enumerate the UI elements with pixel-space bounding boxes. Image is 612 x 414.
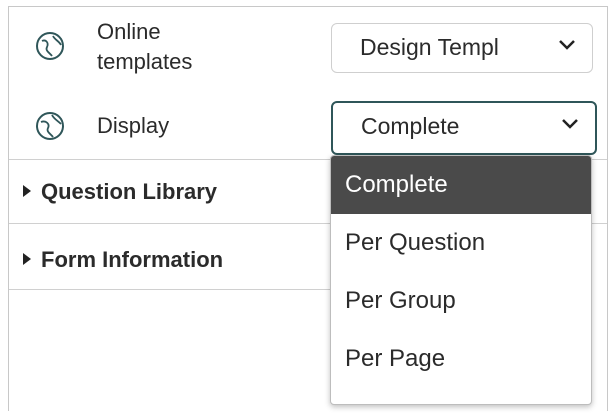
divider <box>9 289 331 290</box>
section-question-library-label: Question Library <box>41 179 218 204</box>
dropdown-option-per-question[interactable]: Per Question <box>331 214 591 272</box>
display-select-value: Complete <box>361 113 460 139</box>
display-label: Display <box>97 113 170 138</box>
chevron-down-icon <box>562 119 578 129</box>
section-question-library[interactable]: Question Library <box>23 179 217 205</box>
globe-icon <box>36 112 64 140</box>
online-templates-label: Online templates <box>97 19 193 74</box>
dropdown-option-per-page[interactable]: Per Page <box>331 330 591 388</box>
globe-icon <box>36 32 64 60</box>
online-templates-select-value: Design Templ <box>360 34 499 60</box>
section-form-information-label: Form Information <box>41 247 224 272</box>
online-templates-select[interactable]: Design Templ <box>331 23 593 73</box>
caret-right-icon <box>23 253 31 266</box>
chevron-down-icon <box>559 40 575 50</box>
dropdown-option-complete[interactable]: Complete <box>331 156 591 214</box>
caret-right-icon <box>23 185 31 198</box>
dropdown-option-per-group[interactable]: Per Group <box>331 272 591 330</box>
display-dropdown-menu: Complete Per Question Per Group Per Page <box>330 155 592 405</box>
display-select[interactable]: Complete <box>331 101 597 155</box>
section-form-information[interactable]: Form Information <box>23 247 223 273</box>
